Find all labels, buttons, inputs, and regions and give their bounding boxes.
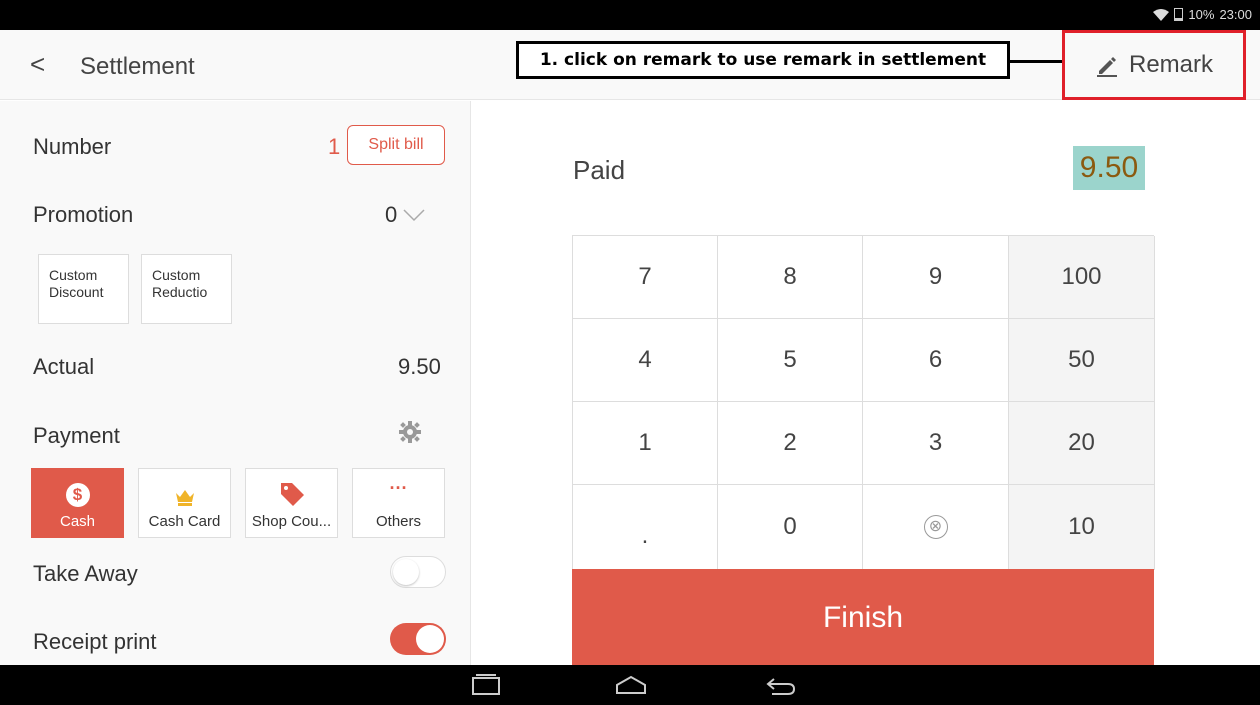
key-0[interactable]: 0	[718, 485, 863, 570]
dollar-icon: $	[65, 483, 90, 507]
key-9[interactable]: 9	[863, 236, 1009, 319]
battery-icon	[1174, 8, 1184, 21]
key-6[interactable]: 6	[863, 319, 1009, 402]
key-5[interactable]: 5	[718, 319, 863, 402]
wifi-icon	[1153, 9, 1170, 21]
remark-label: Remark	[1128, 51, 1213, 78]
annotation-callout: 1. click on remark to use remark in sett…	[516, 41, 1010, 79]
key-4[interactable]: 4	[573, 319, 718, 402]
take-away-label: Take Away	[33, 561, 138, 586]
payment-shop-coupon-button[interactable]: Shop Cou...	[245, 468, 338, 538]
status-bar: 10% 23:00	[0, 0, 1260, 30]
clock: 23:00	[1219, 7, 1252, 22]
promotion-value: 0	[385, 202, 398, 227]
payment-label: Payment	[33, 423, 120, 448]
numeric-keypad: 7 8 9 100 4 5 6 50 1 2 3 20 . 0 ⊗ 10	[572, 235, 1155, 570]
back-icon[interactable]	[764, 673, 796, 697]
finish-button[interactable]: Finish	[572, 569, 1154, 665]
tag-icon	[280, 483, 304, 506]
promotion-label: Promotion	[33, 202, 134, 227]
actual-label: Actual	[33, 354, 95, 379]
key-2[interactable]: 2	[718, 402, 863, 485]
chevron-left-icon[interactable]: <	[30, 50, 45, 78]
page-title: Settlement	[80, 53, 195, 80]
actual-value: 9.50	[398, 354, 441, 379]
custom-reduction-button[interactable]: Custom Reductio	[141, 254, 232, 324]
payment-others-button[interactable]: ··· Others	[352, 468, 445, 538]
promotion-dropdown[interactable]: 0	[385, 202, 425, 228]
key-20[interactable]: 20	[1009, 402, 1155, 485]
payment-cash-button[interactable]: $ Cash	[31, 468, 124, 538]
pencil-icon	[1096, 57, 1117, 77]
receipt-print-label: Receipt print	[33, 629, 157, 654]
home-icon[interactable]	[614, 673, 648, 697]
delete-icon: ⊗	[923, 515, 948, 539]
delete-key[interactable]: ⊗	[863, 485, 1009, 570]
settlement-summary-panel: Number 1 Split bill Promotion 0 Custom D…	[0, 101, 471, 665]
paid-amount[interactable]: 9.50	[1073, 146, 1145, 190]
key-8[interactable]: 8	[718, 236, 863, 319]
navigation-bar	[0, 665, 1260, 705]
annotation-connector	[1010, 60, 1064, 63]
key-1[interactable]: 1	[573, 402, 718, 485]
recent-apps-icon[interactable]	[470, 673, 502, 697]
key-100[interactable]: 100	[1009, 236, 1155, 319]
custom-discount-button[interactable]: Custom Discount	[38, 254, 129, 324]
gear-icon[interactable]	[399, 421, 421, 443]
receipt-print-toggle[interactable]	[390, 623, 446, 655]
key-10[interactable]: 10	[1009, 485, 1155, 570]
app-header: < Settlement 1. click on remark to use r…	[0, 30, 1260, 100]
key-50[interactable]: 50	[1009, 319, 1155, 402]
chevron-down-icon	[403, 209, 425, 222]
key-7[interactable]: 7	[573, 236, 718, 319]
take-away-toggle[interactable]	[390, 556, 446, 588]
remark-button[interactable]: Remark	[1062, 30, 1246, 100]
split-bill-button[interactable]: Split bill	[347, 125, 445, 165]
key-3[interactable]: 3	[863, 402, 1009, 485]
key-decimal[interactable]: .	[573, 485, 718, 570]
number-label: Number	[33, 134, 112, 159]
payment-cash-card-button[interactable]: Cash Card	[138, 468, 231, 538]
more-icon: ···	[389, 477, 408, 498]
crown-icon	[175, 490, 194, 506]
number-value: 1	[328, 134, 341, 159]
battery-level: 10%	[1188, 7, 1215, 22]
paid-label: Paid	[573, 155, 626, 185]
